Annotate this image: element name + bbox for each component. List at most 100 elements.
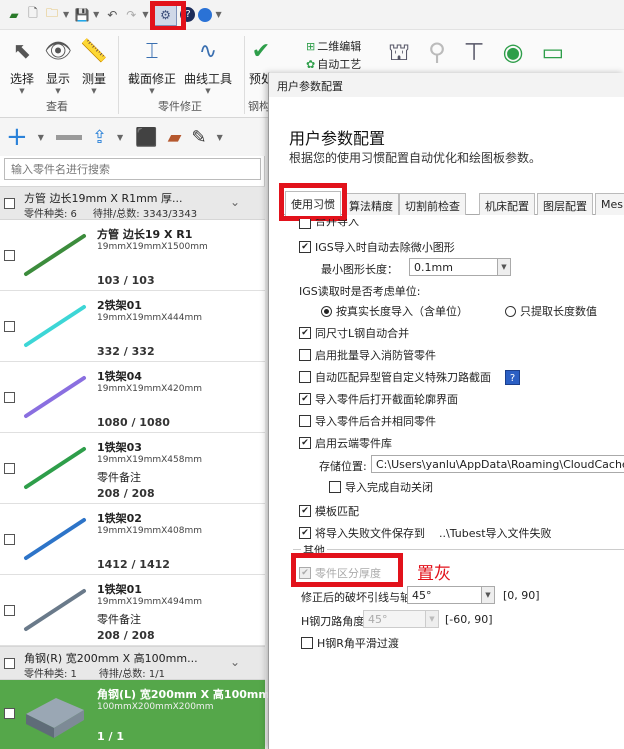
2d-edit-button[interactable]: ⊞ 二维编辑	[306, 38, 361, 54]
storage-path-input[interactable]: C:\Users\yanlu\AppData\Roaming\CloudCach…	[371, 455, 624, 473]
chevron-down-icon[interactable]: ▼	[481, 586, 495, 604]
part-thumbnail	[24, 447, 86, 489]
auto-match-section-row[interactable]: 自动匹配异型管自定义特殊刀路截面?	[299, 369, 520, 385]
checkbox[interactable]	[299, 219, 311, 229]
curve-tool-button[interactable]: ∿ 曲线工具 ▼	[184, 36, 232, 95]
part-checkbox[interactable]	[4, 250, 15, 261]
merge-l-steel-row[interactable]: ✔ 同尺寸L钢自动合并	[299, 325, 409, 341]
display-button[interactable]: 👁 显示 ▼	[38, 36, 78, 95]
tab-algorithm[interactable]: 算法精度	[343, 193, 399, 215]
checkbox[interactable]	[329, 481, 341, 493]
cloud-lib-row[interactable]: ✔ 启用云端零件库	[299, 435, 392, 451]
t-beam-icon[interactable]: ⊤	[464, 38, 503, 66]
radio-selected[interactable]	[321, 305, 332, 317]
tab-precut-check[interactable]: 切割前检查	[399, 193, 466, 215]
group-title: 方管 边长19mm X R1mm 厚...	[24, 192, 183, 205]
checkbox[interactable]	[299, 371, 311, 383]
h-r-smooth-row[interactable]: H钢R角平滑过渡	[301, 635, 399, 651]
add-icon[interactable]: +	[6, 124, 28, 150]
group-checkbox[interactable]	[4, 658, 15, 669]
chevron-down-icon[interactable]: ⌄	[230, 195, 240, 209]
list-item-selected[interactable]: 角钢(L) 宽200mm X 高100mm 100mmX200mmX200mm …	[0, 680, 270, 749]
chevron-down-icon[interactable]: ▼	[63, 10, 69, 19]
checkbox-checked[interactable]: ✔	[299, 393, 311, 405]
rect-icon[interactable]: ▭	[542, 38, 583, 66]
min-length-input[interactable]: 0.1mm	[409, 258, 499, 276]
new-file-icon[interactable]: 🗋	[25, 6, 41, 23]
list-item[interactable]: 2铁架01 19mmX19mmX444mm 332 / 332	[0, 291, 265, 362]
part-checkbox[interactable]	[4, 708, 15, 719]
group-part-fix: 零件修正	[158, 100, 202, 113]
checkbox-checked[interactable]: ✔	[299, 241, 311, 253]
checkbox[interactable]	[299, 349, 311, 361]
part-checkbox[interactable]	[4, 463, 15, 474]
tab-layer[interactable]: 图层配置	[537, 193, 593, 215]
part-checkbox[interactable]	[4, 392, 15, 403]
tab-mes[interactable]: Mes	[595, 193, 624, 215]
auto-close-row[interactable]: 导入完成自动关闭	[329, 479, 433, 495]
brick-icon[interactable]: ▰	[168, 127, 182, 148]
checkbox-checked[interactable]: ✔	[299, 327, 311, 339]
checkbox-checked[interactable]: ✔	[299, 527, 311, 539]
part-checkbox[interactable]	[4, 321, 15, 332]
measure-button[interactable]: 📏 测量 ▼	[74, 36, 114, 95]
tab-machine[interactable]: 机床配置	[479, 193, 535, 215]
remove-icon[interactable]	[55, 134, 82, 140]
part-checkbox[interactable]	[4, 534, 15, 545]
select-button[interactable]: ⬉ 选择 ▼	[2, 36, 42, 95]
part-thumbnail	[24, 234, 86, 276]
box-icon[interactable]: ⬛	[135, 127, 157, 148]
checkbox-checked[interactable]: ✔	[299, 505, 311, 517]
batch-fire-pipe-row[interactable]: 启用批量导入消防管零件	[299, 347, 436, 363]
redo-icon[interactable]: ↷	[123, 7, 139, 23]
chevron-down-icon[interactable]: ▼	[497, 258, 511, 276]
list-item[interactable]: 1铁架01 19mmX19mmX494mm 零件备注 208 / 208	[0, 575, 265, 646]
save-icon[interactable]: 💾	[74, 7, 90, 23]
part-checkbox[interactable]	[4, 605, 15, 616]
list-item[interactable]: 1铁架02 19mmX19mmX408mm 1412 / 1412	[0, 504, 265, 575]
chevron-down-icon[interactable]: ▼	[217, 133, 223, 142]
part-count: 103 / 103	[97, 274, 155, 287]
open-folder-icon[interactable]: 🗀	[44, 6, 60, 23]
joint-icon[interactable]: ⚲	[428, 38, 464, 66]
search-input[interactable]	[4, 158, 261, 180]
section-divider	[293, 549, 624, 550]
import-icon[interactable]: ⇪	[92, 127, 107, 148]
chevron-down-icon[interactable]: ▼	[142, 10, 148, 19]
angle-input[interactable]: 45°	[407, 586, 491, 604]
list-item[interactable]: 1铁架03 19mmX19mmX458mm 零件备注 208 / 208	[0, 433, 265, 504]
chevron-down-icon[interactable]: ▼	[215, 10, 221, 19]
auto-process-button[interactable]: ✿ 自动工艺	[306, 56, 361, 72]
chevron-down-icon[interactable]: ▼	[117, 133, 123, 142]
undo-icon[interactable]: ↶	[104, 7, 120, 23]
group-checkbox[interactable]	[4, 198, 15, 209]
section-fix-button[interactable]: ⌶ 截面修正 ▼	[128, 36, 176, 95]
list-item[interactable]: 1铁架04 19mmX19mmX420mm 1080 / 1080	[0, 362, 265, 433]
frame-icon[interactable]: ⛫	[388, 38, 428, 66]
radio-value-only[interactable]: 只提取长度数值	[505, 303, 597, 319]
save-fail-file-row[interactable]: ✔ 将导入失败文件保存到 ..\Tubest导入文件失败	[299, 525, 552, 541]
group-progress: 待排/总数: 3343/3343	[92, 209, 198, 220]
checkbox-checked[interactable]: ✔	[299, 437, 311, 449]
open-section-page-row[interactable]: ✔ 导入零件后打开截面轮廓界面	[299, 391, 458, 407]
edit-icon[interactable]: ✎	[191, 127, 206, 148]
chevron-down-icon[interactable]: ▼	[38, 133, 44, 142]
chevron-down-icon[interactable]: ▼	[93, 10, 99, 19]
template-match-row[interactable]: ✔ 模板匹配	[299, 503, 359, 519]
igs-remove-small-row[interactable]: ✔ IGS导入时自动去除微小图形	[299, 239, 455, 255]
merge-import-row[interactable]: 合并导入	[299, 219, 359, 229]
group-header-square-tube[interactable]: 方管 边长19mm X R1mm 厚... 零件种类: 6 待排/总数: 3343…	[0, 186, 265, 220]
list-item[interactable]: 方管 边长19 X R1 19mmX19mmX1500mm 103 / 103	[0, 220, 265, 291]
part-dimensions: 100mmX200mmX200mm	[97, 702, 214, 712]
pipe-icon[interactable]: ◉	[503, 38, 542, 66]
display-label: 显示	[45, 72, 70, 86]
radio-unselected[interactable]	[505, 305, 516, 317]
chevron-down-icon[interactable]: ⌄	[230, 655, 240, 669]
help-icon[interactable]: ?	[505, 369, 520, 385]
radio-real-length[interactable]: 按真实长度导入（含单位）	[321, 303, 468, 319]
checkbox[interactable]	[301, 637, 313, 649]
dialog-subtitle: 根据您的使用习惯配置自动优化和绘图板参数。	[289, 151, 542, 165]
checkbox[interactable]	[299, 415, 311, 427]
group-header-angle-steel[interactable]: 角钢(R) 宽200mm X 高100mm... 零件种类: 1 待排/总数: 1…	[0, 646, 265, 680]
merge-same-parts-row[interactable]: 导入零件后合并相同零件	[299, 413, 436, 429]
